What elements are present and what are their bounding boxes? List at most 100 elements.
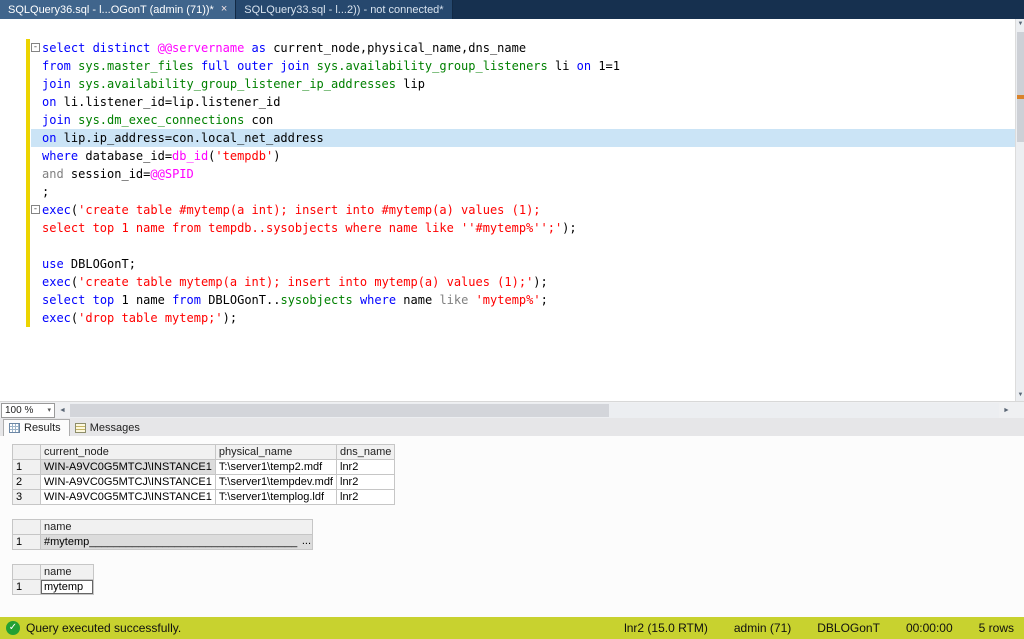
table-row: 1WIN-A9VC0G5MTCJ\INSTANCE1T:\server1\tem… xyxy=(13,460,395,475)
code-segment: sys.availability_group_listeners xyxy=(317,59,548,73)
results-grid-3: name1mytemp xyxy=(12,564,94,595)
grid-corner[interactable] xyxy=(13,520,41,535)
grid-cell[interactable]: T:\server1\temp2.mdf xyxy=(215,460,336,475)
code-segment: exec xyxy=(42,275,71,289)
tab-label: SQLQuery33.sql - l...2)) - not connected… xyxy=(244,4,443,16)
results-table: name1mytemp xyxy=(12,564,94,595)
editor-vertical-scrollbar[interactable]: ▼ ▼ xyxy=(1015,19,1024,401)
grid-cell[interactable]: lnr2 xyxy=(337,460,395,475)
fold-toggle-icon[interactable]: - xyxy=(31,43,40,52)
grid-column-header[interactable]: name xyxy=(41,565,94,580)
code-segment: exec xyxy=(42,203,71,217)
code-segment: where xyxy=(360,293,396,307)
code-line[interactable]: join sys.availability_group_listener_ip_… xyxy=(0,75,1015,93)
code-lines[interactable]: -select distinct @@servername as current… xyxy=(0,19,1015,327)
code-segment: ); xyxy=(223,311,237,325)
code-segment: join xyxy=(42,77,78,91)
code-segment: sysobjects xyxy=(280,293,352,307)
table-row: 1#mytemp________________________________… xyxy=(13,535,313,550)
code-segment: ; xyxy=(541,293,548,307)
code-segment: ); xyxy=(533,275,547,289)
horizontal-scrollbar-thumb[interactable] xyxy=(70,404,609,417)
truncation-ellipsis: ... xyxy=(299,535,311,547)
code-segment: and xyxy=(42,167,64,181)
editor-bottom-bar: 100 % ▾ ◄ ► xyxy=(0,401,1024,418)
table-row: 1mytemp xyxy=(13,580,94,595)
code-segment: db_id xyxy=(172,149,208,163)
code-segment: sys.dm_exec_connections xyxy=(78,113,244,127)
tab-sqlquery33[interactable]: SQLQuery33.sql - l...2)) - not connected… xyxy=(236,0,452,19)
change-tracking-bar xyxy=(26,39,30,327)
code-line[interactable]: -exec('create table #mytemp(a int); inse… xyxy=(0,201,1015,219)
grid-row-number[interactable]: 3 xyxy=(13,490,41,505)
fold-toggle-icon[interactable]: - xyxy=(31,205,40,214)
code-line[interactable] xyxy=(0,237,1015,255)
code-line[interactable]: exec('drop table mytemp;'); xyxy=(0,309,1015,327)
vertical-scrollbar-thumb[interactable] xyxy=(1017,32,1024,142)
editor-horizontal-scrollbar[interactable] xyxy=(70,403,999,418)
code-line[interactable]: on li.listener_id=lip.listener_id xyxy=(0,93,1015,111)
grid-column-header[interactable]: dns_name xyxy=(337,445,395,460)
code-segment: where xyxy=(42,149,78,163)
code-segment: select xyxy=(42,293,85,307)
grid-cell[interactable]: WIN-A9VC0G5MTCJ\INSTANCE1 xyxy=(41,460,216,475)
results-table: name1#mytemp____________________________… xyxy=(12,519,313,550)
code-segment xyxy=(353,293,360,307)
sql-editor[interactable]: -select distinct @@servername as current… xyxy=(0,19,1024,401)
code-segment: session_id= xyxy=(64,167,151,181)
results-table: current_nodephysical_namedns_name1WIN-A9… xyxy=(12,444,395,505)
code-segment: exec xyxy=(42,311,71,325)
scroll-down-icon[interactable]: ▼ xyxy=(1016,390,1024,401)
grid-cell[interactable]: lnr2 xyxy=(337,490,395,505)
code-line[interactable]: and session_id=@@SPID xyxy=(0,165,1015,183)
scroll-left-icon[interactable]: ◄ xyxy=(55,403,70,418)
grid-cell[interactable]: T:\server1\tempdev.mdf xyxy=(215,475,336,490)
grid-row-number[interactable]: 2 xyxy=(13,475,41,490)
code-segment: 1 name xyxy=(114,293,172,307)
results-tab-label: Results xyxy=(24,422,61,434)
status-server: lnr2 (15.0 RTM) xyxy=(624,621,708,635)
close-icon[interactable]: × xyxy=(221,4,227,15)
grid-row-number[interactable]: 1 xyxy=(13,535,41,550)
grid-corner[interactable] xyxy=(13,565,41,580)
code-segment: full outer join xyxy=(201,59,309,73)
grid-column-header[interactable]: physical_name xyxy=(215,445,336,460)
code-line[interactable]: join sys.dm_exec_connections con xyxy=(0,111,1015,129)
table-row: 2WIN-A9VC0G5MTCJ\INSTANCE1T:\server1\tem… xyxy=(13,475,395,490)
grid-cell[interactable]: mytemp xyxy=(41,580,94,595)
code-segment: 'create table #mytemp(a int); insert int… xyxy=(78,203,540,217)
grid-corner[interactable] xyxy=(13,445,41,460)
tab-sqlquery36[interactable]: SQLQuery36.sql - l...OGonT (admin (71))*… xyxy=(0,0,236,19)
code-segment: from xyxy=(42,59,78,73)
code-line[interactable]: select top 1 name from tempdb..sysobject… xyxy=(0,219,1015,237)
grid-row-number[interactable]: 1 xyxy=(13,460,41,475)
code-segment: DBLOGonT.. xyxy=(201,293,280,307)
scroll-up-icon[interactable]: ▼ xyxy=(1016,19,1024,30)
zoom-select[interactable]: 100 % ▾ xyxy=(1,403,55,418)
scroll-right-icon[interactable]: ► xyxy=(999,403,1014,418)
grid-row-number[interactable]: 1 xyxy=(13,580,41,595)
code-line[interactable]: from sys.master_files full outer join sy… xyxy=(0,57,1015,75)
code-line[interactable]: -select distinct @@servername as current… xyxy=(0,39,1015,57)
grid-column-header[interactable]: name xyxy=(41,520,313,535)
code-line[interactable]: ; xyxy=(0,183,1015,201)
document-tab-bar: SQLQuery36.sql - l...OGonT (admin (71))*… xyxy=(0,0,1024,19)
grid-cell[interactable]: lnr2 xyxy=(337,475,395,490)
code-segment: @@SPID xyxy=(150,167,193,181)
code-line[interactable]: on lip.ip_address=con.local_net_address xyxy=(0,129,1015,147)
results-grid-icon xyxy=(9,423,20,433)
grid-cell[interactable]: #mytemp_________________________________… xyxy=(41,535,313,550)
tab-messages[interactable]: Messages xyxy=(70,419,148,436)
code-segment: ) xyxy=(273,149,280,163)
results-pane: current_nodephysical_namedns_name1WIN-A9… xyxy=(0,436,1024,617)
code-line[interactable]: where database_id=db_id('tempdb') xyxy=(0,147,1015,165)
grid-column-header[interactable]: current_node xyxy=(41,445,216,460)
grid-cell[interactable]: WIN-A9VC0G5MTCJ\INSTANCE1 xyxy=(41,475,216,490)
code-line[interactable]: use DBLOGonT; xyxy=(0,255,1015,273)
tab-results[interactable]: Results xyxy=(3,419,70,436)
code-line[interactable]: exec('create table mytemp(a int); insert… xyxy=(0,273,1015,291)
code-line[interactable]: select top 1 name from DBLOGonT..sysobje… xyxy=(0,291,1015,309)
code-segment xyxy=(309,59,316,73)
grid-cell[interactable]: T:\server1\templog.ldf xyxy=(215,490,336,505)
grid-cell[interactable]: WIN-A9VC0G5MTCJ\INSTANCE1 xyxy=(41,490,216,505)
